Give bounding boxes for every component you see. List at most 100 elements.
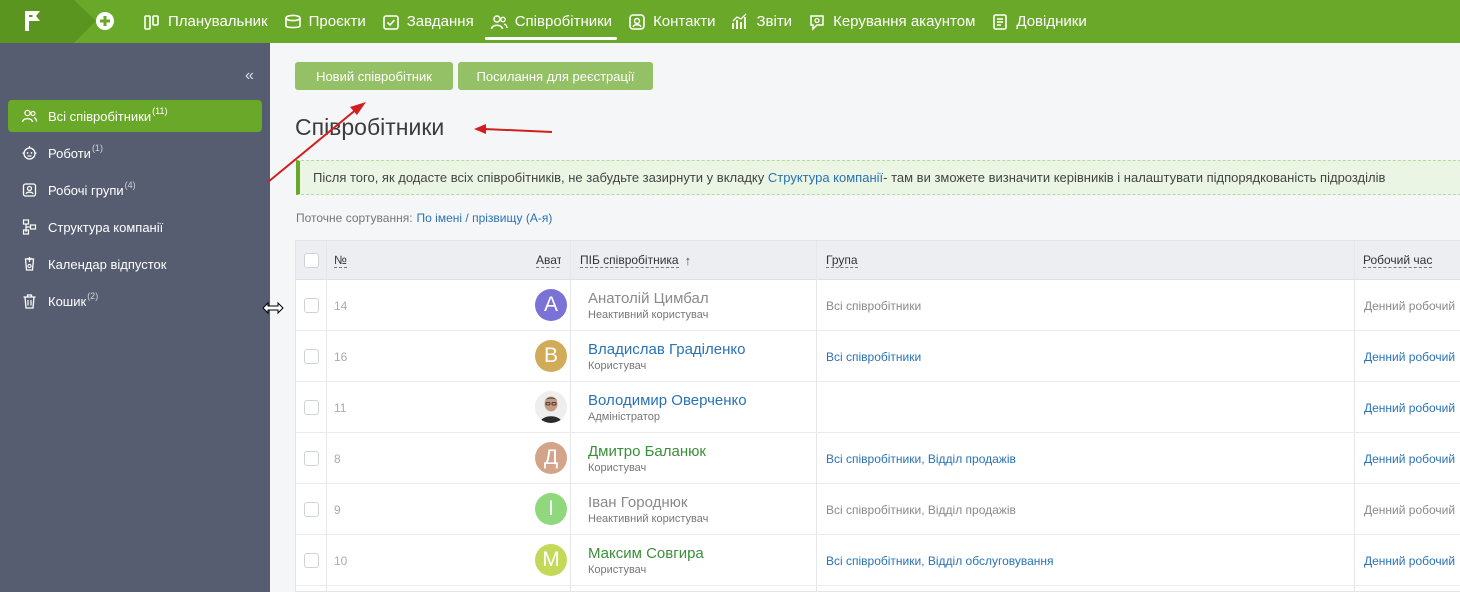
nav-item-label: Контакти [653,13,716,30]
employee-group[interactable]: Всі співробітники [826,331,921,382]
row-number: 9 [334,502,341,517]
nav-item-label: Співробітники [514,13,613,30]
employee-work-time: Денний робочий [1364,502,1456,517]
robot-icon [22,146,37,160]
sidebar-item-group[interactable]: Робочі групи (4) [8,174,262,206]
avatar: Д [535,442,567,474]
employee-name-link[interactable]: Іван Городнюк [588,494,687,511]
sidebar-item-structure[interactable]: Структура компанії [8,211,262,243]
nav-item-label: Довідники [1016,13,1087,30]
new-employee-button[interactable]: Новий співробітник [295,62,453,90]
nav-item-label: Завдання [406,13,474,30]
nav-item-directories[interactable]: Довідники [983,0,1094,43]
row-checkbox-wrap [304,280,319,331]
row-checkbox[interactable] [304,502,319,517]
nav-item-employees[interactable]: Співробітники [482,0,620,43]
resize-cursor-icon [262,301,284,315]
top-navigation-bar: Планувальник Проєкти Завдання Співробітники… [0,0,1460,43]
company-structure-link[interactable]: Структура компанії [768,170,883,185]
table-row[interactable]: 14 А Анатолій Цимбал Неактивний користувач В… [296,280,1460,331]
nav-item-account[interactable]: Керування акаунтом [800,0,983,43]
select-all-checkbox[interactable] [304,253,319,268]
add-plus-icon[interactable] [95,11,115,31]
sidebar-item-label: Робочі групи [48,182,124,198]
sidebar-item-label: Календар відпусток [48,256,167,272]
sidebar-item-count: (2) [87,291,99,301]
employee-name-link[interactable]: Дмитро Баланюк [588,443,706,460]
col-worktime-header[interactable]: Робочий час [1363,241,1433,280]
tasks-icon [382,14,399,30]
employee-work-time[interactable]: Денний робочий [1364,433,1455,484]
nav-item-projects[interactable]: Проєкти [276,0,374,43]
employee-work-time[interactable]: Денний робочий [1364,382,1455,433]
projects-icon [284,14,301,28]
row-checkbox-wrap [304,331,319,382]
nav-item-planner[interactable]: Планувальник [135,0,276,43]
row-number: 16 [334,349,348,364]
row-checkbox[interactable] [304,349,319,364]
employee-role: Користувач [588,564,647,576]
row-checkbox[interactable] [304,400,319,415]
sidebar-item-vacation[interactable]: Календар відпусток [8,248,262,280]
sort-asc-icon: ↑ [684,253,692,268]
planner-icon [144,14,159,30]
employee-name-link[interactable]: Максим Совгира [588,545,704,562]
sidebar-item-count: (1) [91,143,103,153]
reports-icon [732,13,747,29]
employee-group[interactable]: Всі співробітники, Відділ обслуговування [826,535,1054,586]
employee-role: Користувач [588,360,647,372]
table-header: № Аватар ПІБ співробітника↑ Група Робочи… [296,241,1460,280]
people-icon [21,109,38,123]
nav-item-label: Керування акаунтом [833,13,976,30]
employee-group[interactable]: Всі співробітники, Відділ продажів [826,433,1016,484]
row-checkbox[interactable] [304,298,319,313]
nav-item-label: Звіти [756,13,793,30]
col-name-header[interactable]: ПІБ співробітника ↑ [580,241,691,280]
employee-work-time: Денний робочий [1364,298,1456,313]
arrow-to-page-title [474,124,553,134]
table-row[interactable]: 16 В Владислав Граділенко Користувач Всі спі… [296,331,1460,382]
table-row[interactable]: 10 М Максим Совгира Користувач Всі співробіт… [296,535,1460,586]
row-number: 11 [334,400,347,415]
avatar [535,391,567,423]
employees-table: № Аватар ПІБ співробітника↑ Група Робочи… [295,240,1460,592]
nav-item-label: Проєкти [308,13,366,30]
person-photo-icon [535,391,567,423]
avatar: В [535,340,567,372]
row-checkbox[interactable] [304,553,319,568]
row-checkbox-wrap [304,484,319,535]
sidebar-item-label: Всі співробітники [48,108,152,124]
col-group-header[interactable]: Група [826,241,858,280]
sidebar-item-robot[interactable]: Роботи (1) [8,137,262,169]
nav-item-contacts[interactable]: Контакти [620,0,723,43]
employee-name-link[interactable]: Владислав Граділенко [588,341,745,358]
row-number: 10 [334,553,348,568]
col-avatar-header[interactable]: Аватар [536,241,561,280]
sidebar-item-people[interactable]: Всі співробітники (11) [8,100,262,132]
employee-name-link[interactable]: Анатолій Цимбал [588,290,709,307]
registration-link-button[interactable]: Посилання для реєстрації [458,62,653,90]
sidebar-item-label: Кошик [48,293,87,309]
app-logo[interactable] [0,0,96,43]
group-icon [22,183,37,197]
nav-item-reports[interactable]: Звіти [723,0,800,43]
trash-icon [23,294,36,309]
info-banner: Після того, як додасте всіх співробітник… [296,160,1460,195]
sidebar-item-trash[interactable]: Кошик (2) [8,285,262,317]
collapse-sidebar-icon[interactable]: « [245,67,254,85]
employee-work-time[interactable]: Денний робочий [1364,535,1455,586]
row-checkbox[interactable] [304,451,319,466]
employee-role: Неактивний користувач [588,513,709,525]
employee-group: Всі співробітники [826,298,922,313]
table-row[interactable]: 9 І Іван Городнюк Неактивний користувач Всі … [296,484,1460,535]
main-nav: Планувальник Проєкти Завдання Співробітники… [135,0,1095,43]
employee-role: Адміністратор [588,411,660,423]
employee-work-time[interactable]: Денний робочий [1364,331,1455,382]
table-row[interactable]: 11 Володимир Оверченко Адміністратор Денний… [296,382,1460,433]
sort-indicator: Поточне сортування: По імені / прізвищу (… [296,211,552,225]
nav-item-tasks[interactable]: Завдання [374,0,482,43]
table-row[interactable]: 8 Д Дмитро Баланюк Користувач Всі співробітн… [296,433,1460,484]
col-num-header[interactable]: № [334,241,347,280]
sort-value-link[interactable]: По імені / прізвищу (А-я) [417,211,553,225]
employee-name-link[interactable]: Володимир Оверченко [588,392,747,409]
